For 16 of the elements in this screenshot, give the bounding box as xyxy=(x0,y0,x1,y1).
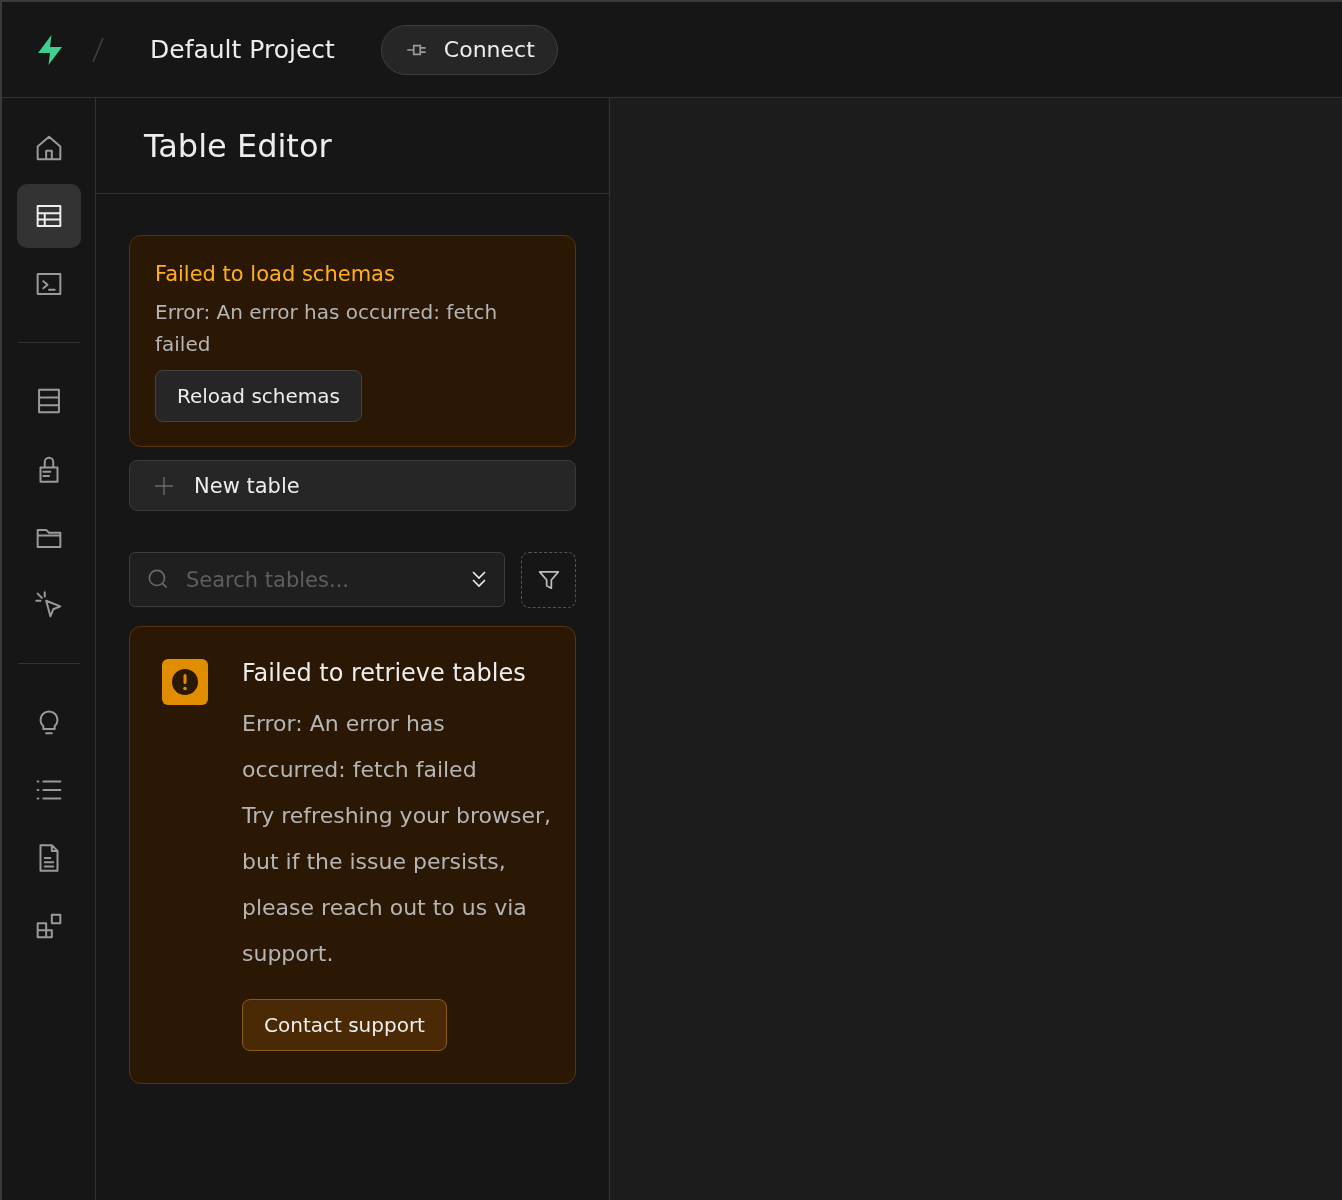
separator-icon xyxy=(92,36,104,63)
reload-schemas-button[interactable]: Reload schemas xyxy=(155,370,362,422)
connect-button[interactable]: Connect xyxy=(380,24,558,75)
alert-message: Error: An error has occurred: fetch failed xyxy=(242,710,478,784)
alert-title: Failed to retrieve tables xyxy=(242,659,527,687)
search-field[interactable]: Search tables... xyxy=(129,552,505,607)
table-icon[interactable] xyxy=(16,184,81,248)
contact-support-button[interactable]: Contact support xyxy=(242,999,447,1051)
panel-title: Table Editor xyxy=(144,126,332,165)
alert-message: Error: An error has occurred: fetch failed xyxy=(155,299,499,358)
warning-icon xyxy=(162,659,208,705)
project-name[interactable]: Default Project xyxy=(150,35,335,64)
filter-button[interactable] xyxy=(521,552,576,608)
alert-title: Failed to load schemas xyxy=(155,262,396,286)
new-table-button[interactable]: New table xyxy=(129,460,576,511)
alert-message: Try refreshing your browser, but if the issue persists, please reach out to us via support. xyxy=(242,802,552,968)
